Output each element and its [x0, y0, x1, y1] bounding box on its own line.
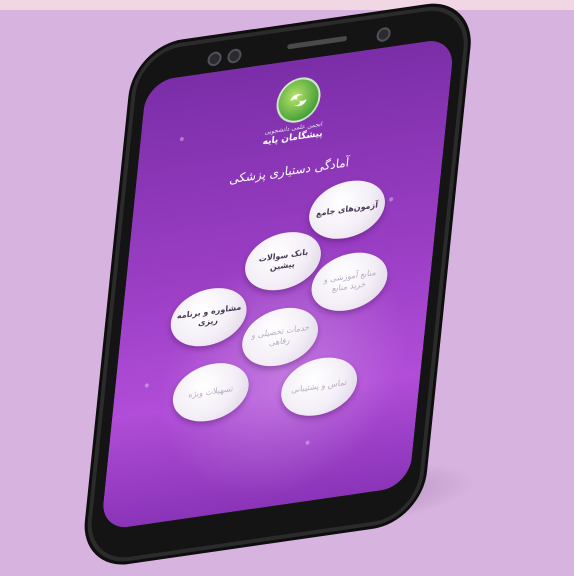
earpiece-speaker	[287, 35, 348, 50]
sensor-icon	[226, 47, 243, 65]
menu-button-special-facilities[interactable]: تسهیلات ویژه	[170, 358, 252, 427]
menu-button-label: تماس و پشتیبانی	[290, 377, 348, 395]
brand-logo-icon	[274, 74, 323, 126]
menu-button-label: آزمون‌های جامع	[315, 200, 379, 219]
menu-button-label: بانک سوالات پیشین	[258, 247, 309, 273]
decor-dot	[179, 136, 185, 142]
decor-dot	[305, 440, 310, 445]
phone-frame: انجمن علمی دانشجویی پیشگامان پایه آمادگی…	[87, 5, 468, 563]
menu-button-comprehensive-exams[interactable]: آزمون‌های جامع	[306, 175, 388, 244]
menu-button-counseling[interactable]: مشاوره و برنامه ریزی	[167, 283, 250, 352]
sensor-icon	[206, 50, 223, 68]
menu-button-label: مشاوره و برنامه ریزی	[176, 302, 242, 328]
menu-button-contact[interactable]: تماس و پشتیبانی	[278, 352, 360, 421]
decor-dot	[389, 196, 394, 202]
app-screen: انجمن علمی دانشجویی پیشگامان پایه آمادگی…	[100, 37, 455, 531]
menu-button-label: خدمات تحصیلی و رفاهی	[251, 322, 311, 348]
menu-button-resources[interactable]: منابع آموزشی و خرید منابع	[308, 247, 391, 316]
decor-dot	[144, 383, 150, 388]
menu-button-label: منابع آموزشی و خرید منابع	[323, 267, 377, 294]
front-camera-icon	[375, 26, 392, 43]
menu-button-label: تسهیلات ویژه	[187, 383, 234, 400]
top-band	[0, 0, 574, 10]
